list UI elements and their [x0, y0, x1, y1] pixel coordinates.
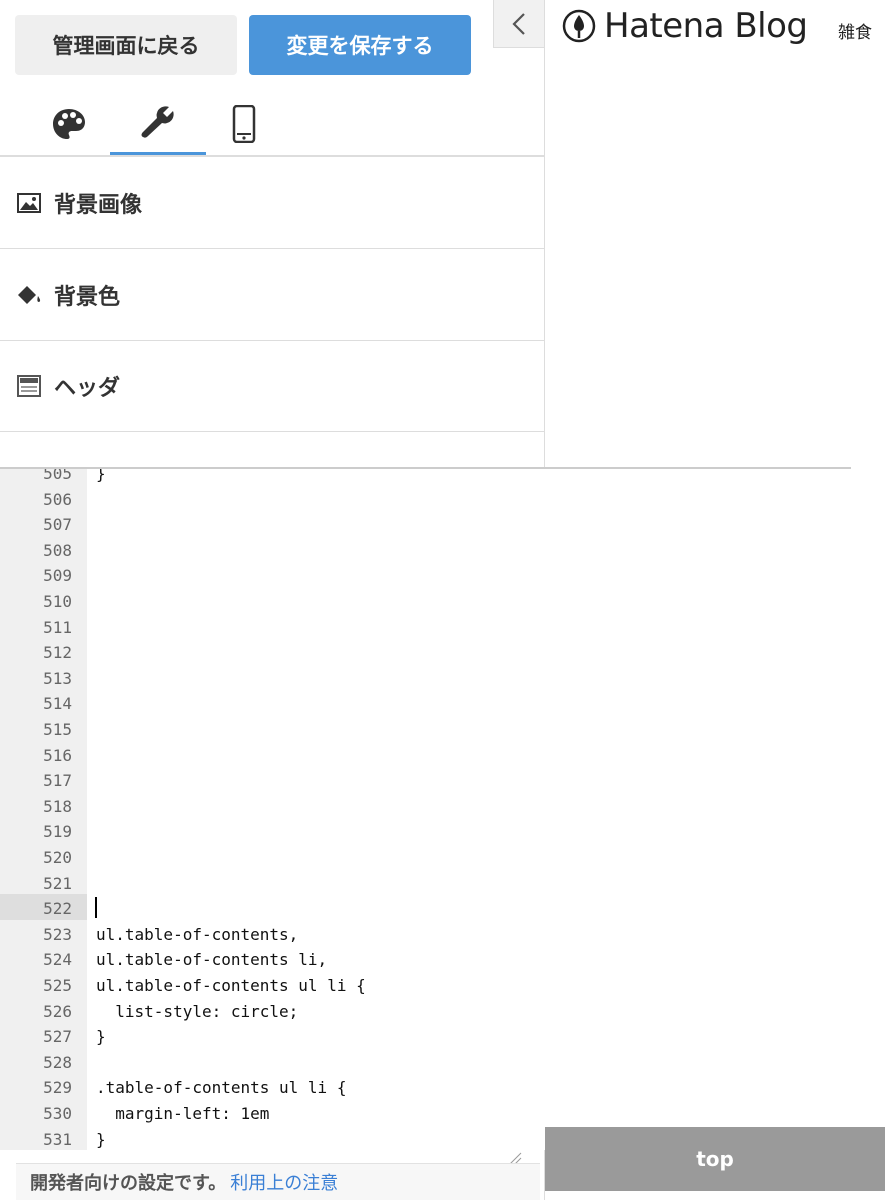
- code-line[interactable]: 519: [0, 819, 851, 845]
- line-number: 529: [43, 1078, 72, 1098]
- back-to-top-button[interactable]: top: [545, 1127, 885, 1191]
- line-number: 530: [43, 1104, 72, 1123]
- line-number: 518: [43, 796, 72, 816]
- code-line[interactable]: 517: [0, 768, 851, 794]
- collapse-sidebar-button[interactable]: [493, 0, 545, 48]
- header-layout-icon: [16, 373, 42, 399]
- line-number: 527: [43, 1027, 72, 1047]
- code-line[interactable]: 518: [0, 794, 851, 820]
- brand-text: Hatena Blog: [604, 6, 808, 46]
- line-number: 509: [43, 566, 72, 586]
- tab-smartphone[interactable]: [196, 92, 292, 156]
- line-code: ul.table-of-contents ul li {: [96, 976, 366, 995]
- line-number: 505: [43, 467, 72, 483]
- code-line[interactable]: 515: [0, 717, 851, 743]
- line-number: 517: [43, 771, 72, 791]
- wrench-icon: [141, 106, 174, 138]
- line-number: 526: [43, 1001, 72, 1021]
- chevron-left-icon: [512, 12, 525, 35]
- code-line[interactable]: 509: [0, 563, 851, 589]
- code-line[interactable]: 516: [0, 743, 851, 769]
- code-line[interactable]: 511: [0, 615, 851, 641]
- line-number: 519: [43, 822, 72, 842]
- code-line[interactable]: 526 list-style: circle;: [0, 999, 851, 1025]
- code-line[interactable]: 514: [0, 691, 851, 717]
- section-label: ヘッダ: [54, 375, 121, 401]
- line-code: }: [96, 1027, 106, 1047]
- code-line[interactable]: 505}: [0, 467, 851, 487]
- line-code: list-style: circle;: [96, 1001, 299, 1021]
- line-number: 510: [43, 592, 72, 611]
- line-number: 512: [43, 643, 72, 663]
- code-line[interactable]: 530 margin-left: 1em: [0, 1101, 851, 1127]
- developer-notice: 開発者向けの設定です。 利用上の注意: [16, 1163, 540, 1200]
- code-line[interactable]: 512: [0, 640, 851, 666]
- line-number: 514: [43, 694, 72, 714]
- save-changes-button[interactable]: 変更を保存する: [249, 15, 471, 75]
- code-line[interactable]: 513: [0, 666, 851, 692]
- usage-notes-link[interactable]: 利用上の注意: [230, 1169, 338, 1195]
- section-header[interactable]: ヘッダ: [0, 340, 545, 432]
- line-code: ul.table-of-contents,: [96, 924, 299, 944]
- section-background-color[interactable]: 背景色: [0, 249, 545, 341]
- resize-handle[interactable]: [508, 1150, 522, 1165]
- line-number: 507: [43, 515, 72, 535]
- line-number: 513: [43, 668, 72, 688]
- line-number: 511: [43, 617, 72, 637]
- css-code-editor[interactable]: 505} 506 507 508 509 510 511 512 513 514 515 516 517…: [0, 467, 851, 1150]
- section-label: 背景画像: [54, 192, 143, 218]
- code-line[interactable]: 507: [0, 512, 851, 538]
- line-code: }: [96, 467, 106, 483]
- code-line[interactable]: 527}: [0, 1024, 851, 1050]
- developer-notice-text: 開発者向けの設定です。: [30, 1173, 227, 1194]
- line-number: 508: [43, 540, 72, 560]
- palette-icon: [53, 109, 85, 139]
- image-icon: [16, 190, 42, 216]
- blog-tagline: 雑食: [838, 23, 872, 43]
- section-background-image[interactable]: 背景画像: [0, 157, 545, 249]
- tab-customize[interactable]: [110, 92, 206, 156]
- code-line[interactable]: 510: [0, 589, 851, 615]
- code-line[interactable]: 521: [0, 871, 851, 897]
- line-number: 521: [43, 873, 72, 893]
- line-code: .table-of-contents ul li {: [96, 1078, 347, 1098]
- line-number: 522: [43, 899, 72, 919]
- code-line[interactable]: 524 ul.table-of-contents li,: [0, 947, 851, 973]
- line-number: 531: [43, 1129, 72, 1149]
- code-line[interactable]: 508: [0, 538, 851, 564]
- line-number: 516: [43, 745, 72, 765]
- text-cursor: [95, 897, 97, 918]
- line-number: 523: [43, 924, 72, 944]
- code-line[interactable]: 529 .table-of-contents ul li {: [0, 1075, 851, 1101]
- line-number: 520: [43, 848, 72, 867]
- back-to-admin-button[interactable]: 管理画面に戻る: [15, 15, 237, 75]
- paint-bucket-icon: [16, 282, 42, 308]
- code-line[interactable]: 528: [0, 1050, 851, 1076]
- hatena-blog-logo[interactable]: Hatena Blog: [562, 6, 808, 46]
- line-code: margin-left: 1em: [96, 1104, 270, 1123]
- line-code: }: [96, 1129, 106, 1149]
- line-number: 515: [43, 720, 72, 739]
- line-code: ul.table-of-contents li,: [96, 950, 328, 970]
- pen-nib-icon: [562, 9, 596, 43]
- tab-design[interactable]: [21, 92, 117, 156]
- code-line[interactable]: 525 ul.table-of-contents ul li {: [0, 973, 851, 999]
- blog-preview: Hatena Blog 雑食: [546, 0, 885, 468]
- line-number: 506: [43, 489, 72, 509]
- code-line[interactable]: 523 ul.table-of-contents,: [0, 922, 851, 948]
- code-line[interactable]: 522: [0, 896, 851, 922]
- code-line[interactable]: 520: [0, 845, 851, 871]
- smartphone-icon: [232, 105, 256, 143]
- line-number: 525: [43, 976, 72, 995]
- section-partial[interactable]: [0, 432, 545, 472]
- line-number: 528: [43, 1052, 72, 1072]
- section-label: 背景色: [54, 284, 121, 310]
- line-number: 524: [43, 950, 72, 970]
- code-line[interactable]: 506: [0, 487, 851, 513]
